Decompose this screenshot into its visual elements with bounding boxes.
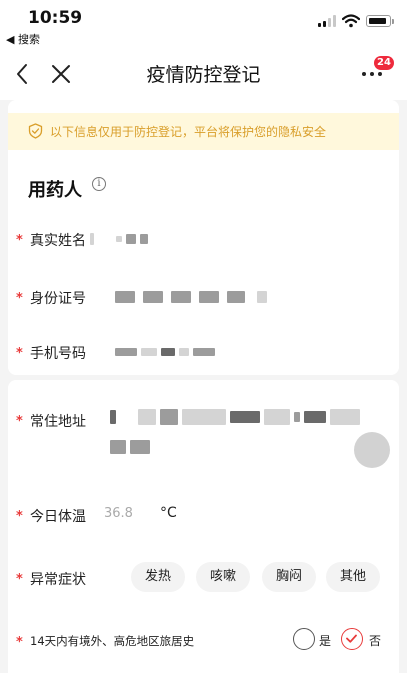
id-number-label: 身份证号	[30, 291, 86, 307]
name-label: 真实姓名	[30, 233, 86, 249]
notification-badge: 24	[374, 56, 394, 70]
check-icon	[346, 634, 357, 643]
travel-history-label: 14天内有境外、高危地区旅居史	[30, 634, 195, 648]
required-mark: *	[16, 572, 23, 587]
symptom-chip-chest-tightness[interactable]: 胸闷	[262, 562, 316, 592]
travel-yes-radio[interactable]	[293, 628, 315, 650]
clock: 10:59	[28, 8, 83, 28]
symptom-chip-cough[interactable]: 咳嗽	[196, 562, 250, 592]
page-title: 疫情防控登记	[146, 64, 261, 86]
address-line1-redacted[interactable]	[110, 408, 360, 426]
navigation-bar: 疫情防控登记 24	[0, 48, 407, 100]
shield-check-icon	[28, 123, 43, 139]
temperature-unit: °C	[160, 505, 177, 521]
travel-yes-label: 是	[319, 634, 332, 648]
back-to-app-link[interactable]: ◀ 搜索	[6, 31, 40, 47]
required-mark: *	[16, 509, 23, 524]
symptom-chip-other[interactable]: 其他	[326, 562, 380, 592]
required-mark: *	[16, 635, 23, 650]
section-title: 用药人	[28, 180, 82, 201]
name-value-redacted[interactable]	[90, 232, 148, 246]
phone-label: 手机号码	[30, 346, 86, 362]
symptoms-label: 异常症状	[30, 572, 86, 588]
battery-tip	[392, 19, 394, 24]
temperature-input[interactable]: 36.8	[104, 506, 133, 521]
travel-no-label: 否	[369, 634, 382, 648]
required-mark: *	[16, 291, 23, 306]
required-mark: *	[16, 414, 23, 429]
id-number-value-redacted[interactable]	[115, 290, 267, 304]
phone-value-redacted[interactable]	[115, 347, 215, 357]
travel-no-radio[interactable]	[341, 628, 363, 650]
temperature-label: 今日体温	[30, 509, 86, 525]
address-line2-redacted[interactable]	[110, 438, 150, 456]
required-mark: *	[16, 346, 23, 361]
symptom-chip-fever[interactable]: 发热	[131, 562, 185, 592]
floating-action-button[interactable]	[354, 432, 390, 468]
info-icon[interactable]: i	[92, 177, 106, 191]
wifi-icon	[342, 14, 360, 28]
privacy-notice-text: 以下信息仅用于防控登记，平台将保护您的隐私安全	[50, 125, 327, 139]
status-bar: 10:59 ◀ 搜索	[0, 0, 407, 48]
required-mark: *	[16, 233, 23, 248]
more-menu-icon[interactable]	[362, 72, 382, 76]
battery-icon	[366, 15, 391, 27]
privacy-notice-banner: 以下信息仅用于防控登记，平台将保护您的隐私安全	[8, 113, 399, 150]
address-label: 常住地址	[30, 414, 86, 430]
cellular-signal-icon	[318, 15, 336, 27]
